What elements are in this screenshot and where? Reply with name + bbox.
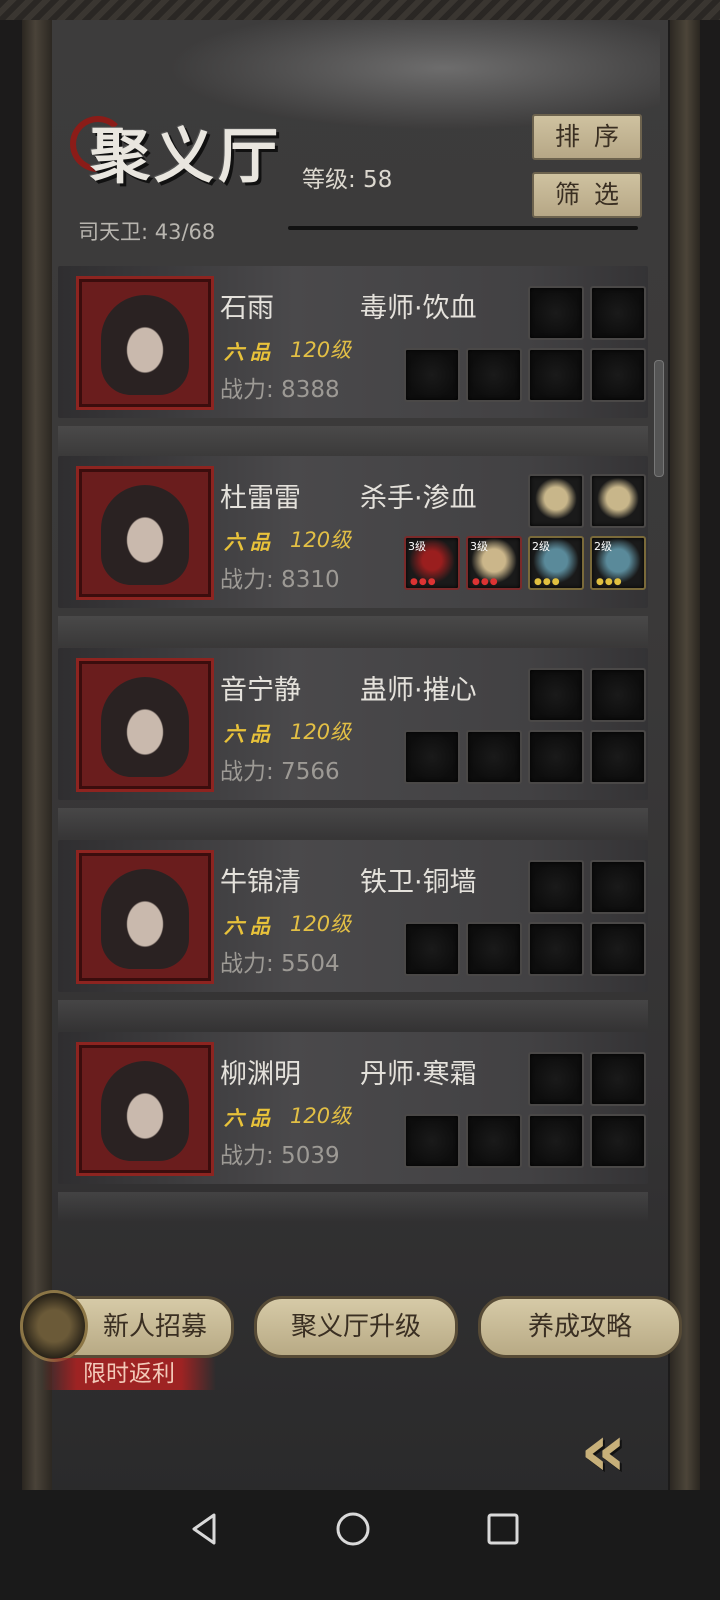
- hall-level: 等级: 58: [302, 167, 393, 193]
- hero-level: 120级: [290, 1104, 352, 1128]
- hero-portrait[interactable]: [76, 276, 214, 410]
- hero-portrait[interactable]: [76, 466, 214, 600]
- equip-slot-empty[interactable]: [528, 348, 584, 402]
- hero-class: 铁卫·铜墙: [360, 867, 477, 898]
- nav-recent-icon[interactable]: [484, 1510, 522, 1548]
- cape-icon[interactable]: 2级 ●●●: [528, 536, 584, 590]
- equip-slot-empty[interactable]: [590, 286, 646, 340]
- hero-card[interactable]: 柳渊明 丹师·寒霜 六品 120级 战力: 5039: [58, 1032, 648, 1222]
- hero-class: 蛊师·摧心: [360, 675, 477, 706]
- equip-stars: ●●●: [596, 577, 623, 587]
- hero-avatar: [101, 1061, 189, 1161]
- armor-icon[interactable]: 3级 ●●●: [466, 536, 522, 590]
- equip-stars: ●●●: [534, 577, 561, 587]
- promo-badge[interactable]: 限时返利: [42, 1358, 216, 1390]
- hero-class: 杀手·渗血: [360, 483, 477, 514]
- rank-icon: 六品: [224, 340, 276, 364]
- hero-name: 音宁静: [220, 675, 301, 706]
- equip-level: 2级: [532, 540, 550, 553]
- equip-stars: ●●●: [410, 577, 437, 587]
- hero-power: 战力: 8310: [220, 567, 340, 593]
- hero-card[interactable]: 石雨 毒师·饮血 六品 120级 战力: 8388: [58, 266, 648, 456]
- equip-level: 3级: [408, 540, 426, 553]
- equip-slot-empty[interactable]: [404, 1114, 460, 1168]
- list-scrollbar[interactable]: [654, 360, 664, 477]
- equip-slot-empty[interactable]: [528, 286, 584, 340]
- hero-avatar: [101, 295, 189, 395]
- equip-slot-empty[interactable]: [466, 1114, 522, 1168]
- filter-button[interactable]: 筛选: [532, 172, 642, 218]
- equip-slot-empty[interactable]: [590, 1114, 646, 1168]
- hair-ornament-icon[interactable]: [528, 474, 584, 528]
- equip-slot-empty[interactable]: [466, 730, 522, 784]
- hero-card[interactable]: 牛锦清 铁卫·铜墙 六品 120级 战力: 5504: [58, 840, 648, 1030]
- hall-upgrade-button[interactable]: 聚义厅升级: [254, 1296, 458, 1358]
- equip-level: 3级: [470, 540, 488, 553]
- hero-power: 战力: 5504: [220, 951, 340, 977]
- hero-level: 120级: [290, 338, 352, 362]
- equip-slot-empty[interactable]: [528, 668, 584, 722]
- equip-slot-empty[interactable]: [528, 1114, 584, 1168]
- equip-level: 2级: [594, 540, 612, 553]
- page-title: 聚义厅: [90, 122, 282, 192]
- back-button[interactable]: «: [580, 1410, 680, 1490]
- dagger-icon[interactable]: 3级 ●●●: [404, 536, 460, 590]
- rank-icon: 六品: [224, 722, 276, 746]
- hero-portrait[interactable]: [76, 658, 214, 792]
- hero-avatar: [101, 677, 189, 777]
- hero-name: 杜雷雷: [220, 483, 301, 514]
- rank-icon: 六品: [224, 914, 276, 938]
- hero-power: 战力: 8388: [220, 377, 340, 403]
- equip-slot-empty[interactable]: [590, 922, 646, 976]
- recruit-emblem-icon[interactable]: [20, 1290, 88, 1362]
- hero-power: 战力: 5039: [220, 1143, 340, 1169]
- equip-slot-empty[interactable]: [404, 348, 460, 402]
- recruit-label: 新人招募: [102, 1312, 207, 1342]
- hero-card[interactable]: 音宁静 蛊师·摧心 六品 120级 战力: 7566: [58, 648, 648, 838]
- hero-avatar: [101, 485, 189, 585]
- hero-class: 毒师·饮血: [360, 293, 477, 324]
- nav-back-icon[interactable]: [186, 1510, 224, 1548]
- rank-icon: 六品: [224, 530, 276, 554]
- hero-power: 战力: 7566: [220, 759, 340, 785]
- equip-stars: ●●●: [472, 577, 499, 587]
- guide-button[interactable]: 养成攻略: [478, 1296, 682, 1358]
- hero-class: 丹师·寒霜: [360, 1059, 477, 1090]
- sort-button[interactable]: 排序: [532, 114, 642, 160]
- hero-level: 120级: [290, 912, 352, 936]
- boots-icon[interactable]: 2级 ●●●: [590, 536, 646, 590]
- hero-name: 石雨: [220, 293, 274, 324]
- hero-portrait[interactable]: [76, 850, 214, 984]
- equip-slot-empty[interactable]: [590, 668, 646, 722]
- equip-slot-empty[interactable]: [528, 922, 584, 976]
- equip-slot-empty[interactable]: [528, 1052, 584, 1106]
- guard-count: 司天卫: 43/68: [78, 220, 216, 244]
- equip-slot-empty[interactable]: [590, 860, 646, 914]
- hero-avatar: [101, 869, 189, 969]
- hero-level: 120级: [290, 720, 352, 744]
- equip-slot-empty[interactable]: [590, 348, 646, 402]
- system-navbar: [0, 1490, 720, 1600]
- rank-icon: 六品: [224, 1106, 276, 1130]
- hero-card[interactable]: 杜雷雷 杀手·渗血 六品 120级 战力: 8310 3级 ●●● 3级 ●●●…: [58, 456, 648, 646]
- top-border: [0, 0, 720, 22]
- equip-slot-empty[interactable]: [404, 730, 460, 784]
- hero-name: 柳渊明: [220, 1059, 301, 1090]
- hero-name: 牛锦清: [220, 867, 301, 898]
- equip-slot-empty[interactable]: [466, 922, 522, 976]
- right-pillar: [670, 20, 700, 1500]
- equip-slot-empty[interactable]: [404, 922, 460, 976]
- equip-slot-empty[interactable]: [590, 1052, 646, 1106]
- left-pillar: [22, 20, 52, 1500]
- hero-portrait[interactable]: [76, 1042, 214, 1176]
- equip-slot-empty[interactable]: [466, 348, 522, 402]
- equip-slot-empty[interactable]: [590, 730, 646, 784]
- title-underline: [288, 226, 638, 230]
- hero-level: 120级: [290, 528, 352, 552]
- nav-home-icon[interactable]: [334, 1510, 372, 1548]
- comb-icon[interactable]: [590, 474, 646, 528]
- equip-slot-empty[interactable]: [528, 730, 584, 784]
- equip-slot-empty[interactable]: [528, 860, 584, 914]
